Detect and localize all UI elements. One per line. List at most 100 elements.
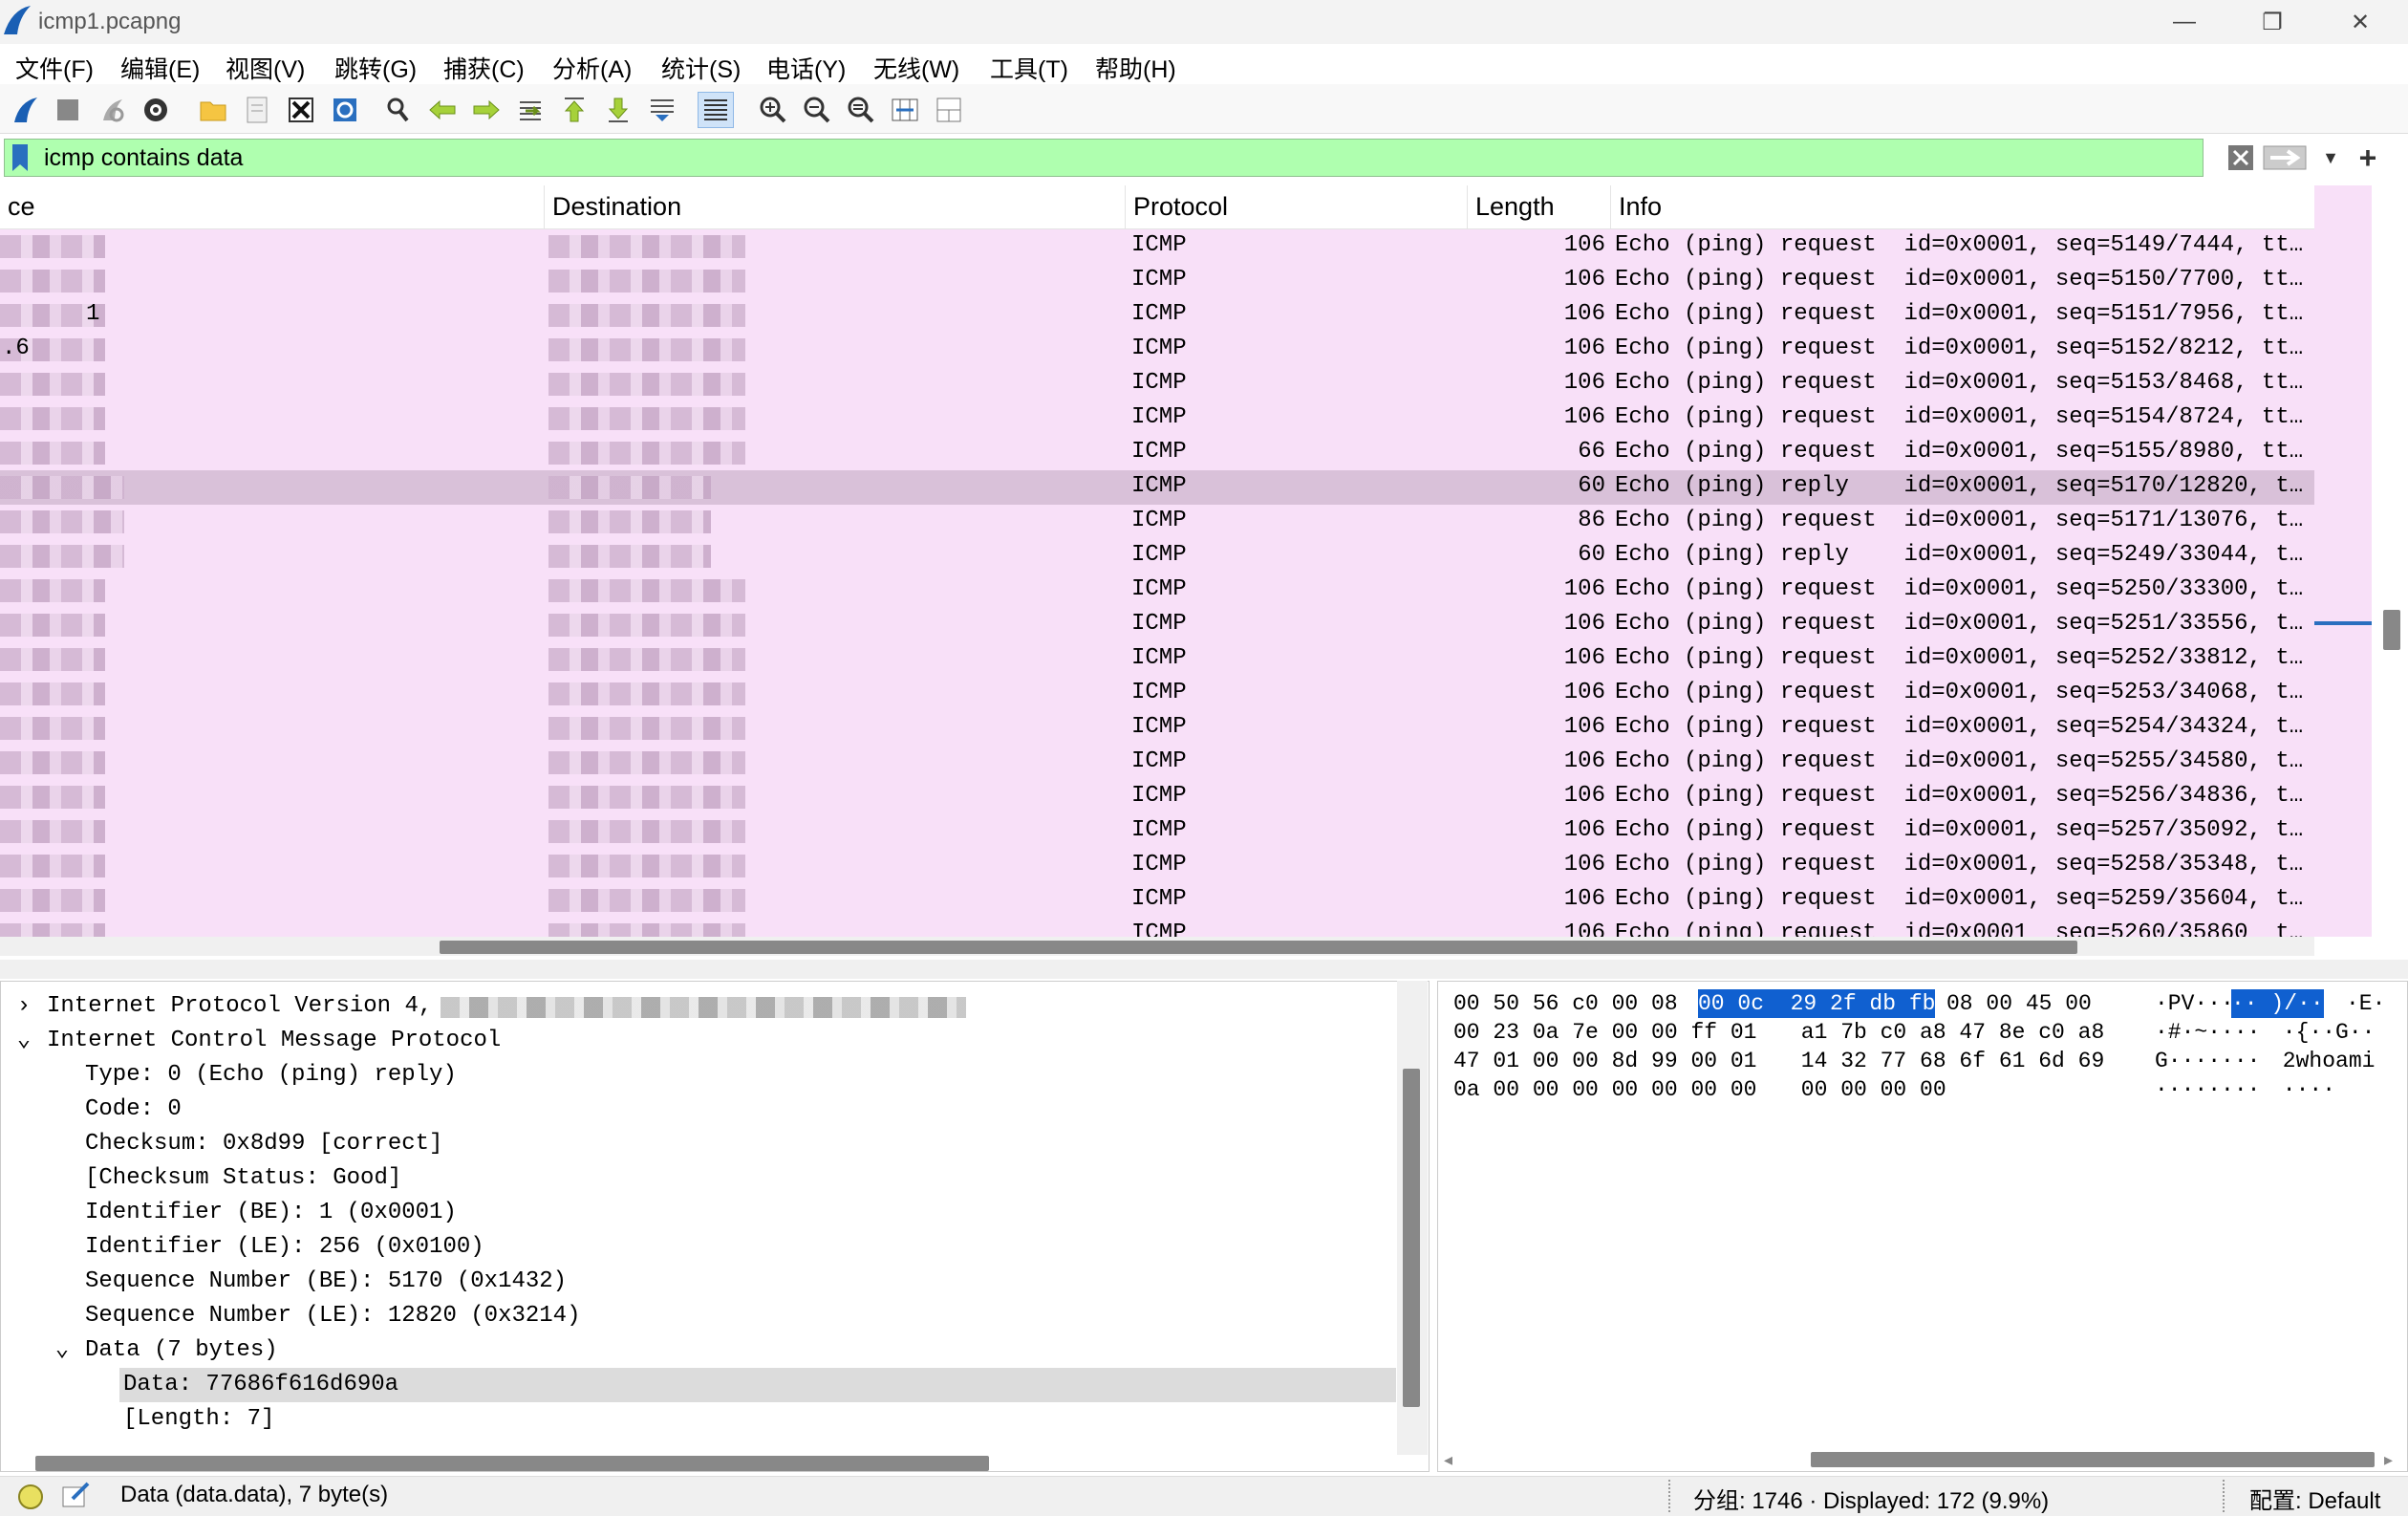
vertical-scroll-thumb[interactable]	[2383, 610, 2400, 650]
menu-telephony[interactable]: 电话(Y)	[766, 51, 846, 85]
detail-tree-item[interactable]: Code: 0	[1, 1093, 1396, 1127]
stop-capture-icon[interactable]	[50, 92, 86, 128]
menu-wireless[interactable]: 无线(W)	[873, 51, 959, 85]
hex-bytes[interactable]: a1 7b c0 a8 47 8e c0 a8	[1788, 1018, 2104, 1047]
open-folder-icon[interactable]	[195, 92, 231, 128]
packet-row[interactable]: ICMP 66 Echo (ping) request id=0x0001, seq…	[0, 436, 2314, 470]
packet-row[interactable]: ICMP 106 Echo (ping) request id=0x0001, se…	[0, 401, 2314, 436]
hex-bytes[interactable]: 00 00 00 00	[1788, 1075, 1946, 1104]
details-vertical-scrollbar[interactable]	[1397, 981, 1428, 1455]
packet-row[interactable]: ICMP 60 Echo (ping) reply id=0x0001, seq=5…	[0, 539, 2314, 574]
packet-row[interactable]: ICMP 106 Echo (ping) request id=0x0001, se…	[0, 883, 2314, 918]
menu-file[interactable]: 文件(F)	[15, 51, 94, 85]
detail-tree-item[interactable]: › Internet Protocol Version 4,	[1, 989, 1396, 1024]
resize-columns-icon[interactable]	[887, 92, 923, 128]
expand-chevron-down-icon[interactable]: ⌄	[14, 1024, 33, 1058]
column-header-length[interactable]: Length	[1468, 185, 1611, 229]
scroll-right-icon[interactable]: ▸	[2384, 1450, 2403, 1469]
packet-row[interactable]: 1 ICMP 106 Echo (ping) request id=0x0001, s…	[0, 298, 2314, 333]
detail-tree-item[interactable]: ⌄ Data (7 bytes)	[1, 1333, 1396, 1368]
menu-capture[interactable]: 捕获(C)	[443, 51, 525, 85]
close-file-icon[interactable]	[283, 92, 319, 128]
close-window-icon[interactable]: ✕	[2316, 0, 2404, 44]
filter-bookmark-icon[interactable]	[10, 142, 31, 173]
go-back-icon[interactable]	[424, 92, 461, 128]
detail-tree-item[interactable]: Data: 77686f616d690a	[119, 1368, 1396, 1402]
display-filter-input[interactable]	[44, 141, 2146, 175]
detail-tree-item[interactable]: Sequence Number (LE): 12820 (0x3214)	[1, 1299, 1396, 1333]
hex-bytes[interactable]: 47 01 00 00 8d 99 00 01	[1453, 1047, 1756, 1075]
detail-tree-item[interactable]: [Length: 7]	[1, 1402, 1396, 1437]
go-last-icon[interactable]	[600, 92, 636, 128]
minimize-icon[interactable]: —	[2140, 0, 2228, 44]
status-profile[interactable]: 配置: Default	[2249, 1482, 2380, 1515]
ascii-bytes-selected[interactable]: ·· )/··	[2231, 989, 2324, 1018]
menu-statistics[interactable]: 统计(S)	[661, 51, 741, 85]
detail-tree-item[interactable]: Identifier (LE): 256 (0x0100)	[1, 1230, 1396, 1265]
packet-minimap[interactable]	[2314, 185, 2372, 937]
pane-splitter[interactable]	[0, 960, 2408, 979]
zoom-normal-icon[interactable]	[843, 92, 879, 128]
detail-tree-item[interactable]: Sequence Number (BE): 5170 (0x1432)	[1, 1265, 1396, 1299]
packet-row[interactable]: ICMP 106 Echo (ping) request id=0x0001 seq…	[0, 918, 2314, 937]
packet-list-horizontal-scrollbar[interactable]	[0, 937, 2314, 956]
reload-file-icon[interactable]	[327, 92, 363, 128]
hex-bytes[interactable]: 00 50 56 c0 00 08	[1453, 989, 1678, 1018]
menu-edit[interactable]: 编辑(E)	[120, 51, 200, 85]
column-header-info[interactable]: Info	[1611, 185, 2314, 229]
zoom-out-icon[interactable]	[799, 92, 835, 128]
detail-tree-item[interactable]: Checksum: 0x8d99 [correct]	[1, 1127, 1396, 1161]
ascii-bytes[interactable]: G·······	[2155, 1047, 2260, 1075]
menu-tools[interactable]: 工具(T)	[990, 51, 1068, 85]
ascii-bytes[interactable]: ·{··G··	[2269, 1018, 2376, 1047]
go-forward-icon[interactable]	[468, 92, 505, 128]
minimap-scrollbar[interactable]	[2314, 185, 2408, 937]
status-divider[interactable]	[1668, 1480, 1670, 1512]
status-divider[interactable]	[2223, 1480, 2225, 1512]
colorize-icon[interactable]	[698, 92, 734, 128]
shark-fin-start-icon[interactable]	[8, 92, 44, 128]
apply-filter-icon[interactable]	[2261, 141, 2309, 174]
details-vertical-scroll-thumb[interactable]	[1403, 1069, 1420, 1407]
autoscroll-icon[interactable]	[644, 92, 680, 128]
filter-history-chevron-down-icon[interactable]: ▼	[2316, 141, 2345, 174]
hex-bytes[interactable]: 08 00 45 00	[1946, 989, 2092, 1018]
ascii-bytes[interactable]: ····	[2269, 1075, 2335, 1104]
column-header-source[interactable]: ce	[0, 185, 545, 229]
details-horizontal-scroll-thumb[interactable]	[35, 1456, 989, 1471]
menu-help[interactable]: 帮助(H)	[1095, 51, 1176, 85]
ascii-bytes[interactable]: 2whoami	[2269, 1047, 2376, 1075]
horizontal-scroll-thumb[interactable]	[440, 941, 2077, 954]
packet-row[interactable]: ICMP 106 Echo (ping) request id=0x0001, se…	[0, 746, 2314, 780]
hex-bytes[interactable]: 00 23 0a 7e 00 00 ff 01	[1453, 1018, 1756, 1047]
menu-go[interactable]: 跳转(G)	[334, 51, 417, 85]
ascii-bytes[interactable]: ·PV···	[2155, 989, 2234, 1018]
clear-filter-icon[interactable]	[2226, 141, 2255, 174]
detail-tree-item[interactable]: Type: 0 (Echo (ping) reply)	[1, 1058, 1396, 1093]
packet-row[interactable]: ICMP 106 Echo (ping) request id=0x0001, se…	[0, 642, 2314, 677]
expand-chevron-down-icon[interactable]: ⌄	[53, 1333, 72, 1368]
restore-icon[interactable]: ❐	[2228, 0, 2316, 44]
packet-row[interactable]: ICMP 106 Echo (ping) request id=0x0001, se…	[0, 229, 2314, 264]
bytes-horizontal-scroll-thumb[interactable]	[1811, 1452, 2375, 1467]
go-first-icon[interactable]	[556, 92, 592, 128]
packet-row[interactable]: ICMP 106 Echo (ping) request id=0x0001, se…	[0, 264, 2314, 298]
hex-bytes-selected[interactable]: 00 0c 29 2f db fb	[1698, 989, 1936, 1018]
expert-info-indicator-icon[interactable]	[17, 1484, 44, 1510]
capture-options-icon[interactable]	[138, 92, 174, 128]
zoom-in-icon[interactable]	[755, 92, 791, 128]
ascii-bytes[interactable]: ········	[2155, 1075, 2260, 1104]
packet-row[interactable]: ICMP 106 Echo (ping) request id=0x0001, se…	[0, 711, 2314, 746]
hex-bytes[interactable]: 0a 00 00 00 00 00 00 00	[1453, 1075, 1756, 1104]
find-packet-icon[interactable]	[380, 92, 417, 128]
packet-row[interactable]: ICMP 106 Echo (ping) request id=0x0001, se…	[0, 849, 2314, 883]
ascii-bytes[interactable]: ·E·	[2346, 989, 2385, 1018]
save-file-icon[interactable]	[239, 92, 275, 128]
capture-comment-icon[interactable]	[61, 1482, 92, 1510]
restart-capture-icon[interactable]	[94, 92, 130, 128]
detail-tree-item[interactable]: Identifier (BE): 1 (0x0001)	[1, 1196, 1396, 1230]
packet-row[interactable]: ICMP 106 Echo (ping) request id=0x0001, se…	[0, 574, 2314, 608]
packet-row[interactable]: ICMP 106 Echo (ping) request id=0x0001, se…	[0, 677, 2314, 711]
go-to-packet-icon[interactable]	[512, 92, 548, 128]
layout-icon[interactable]	[931, 92, 967, 128]
